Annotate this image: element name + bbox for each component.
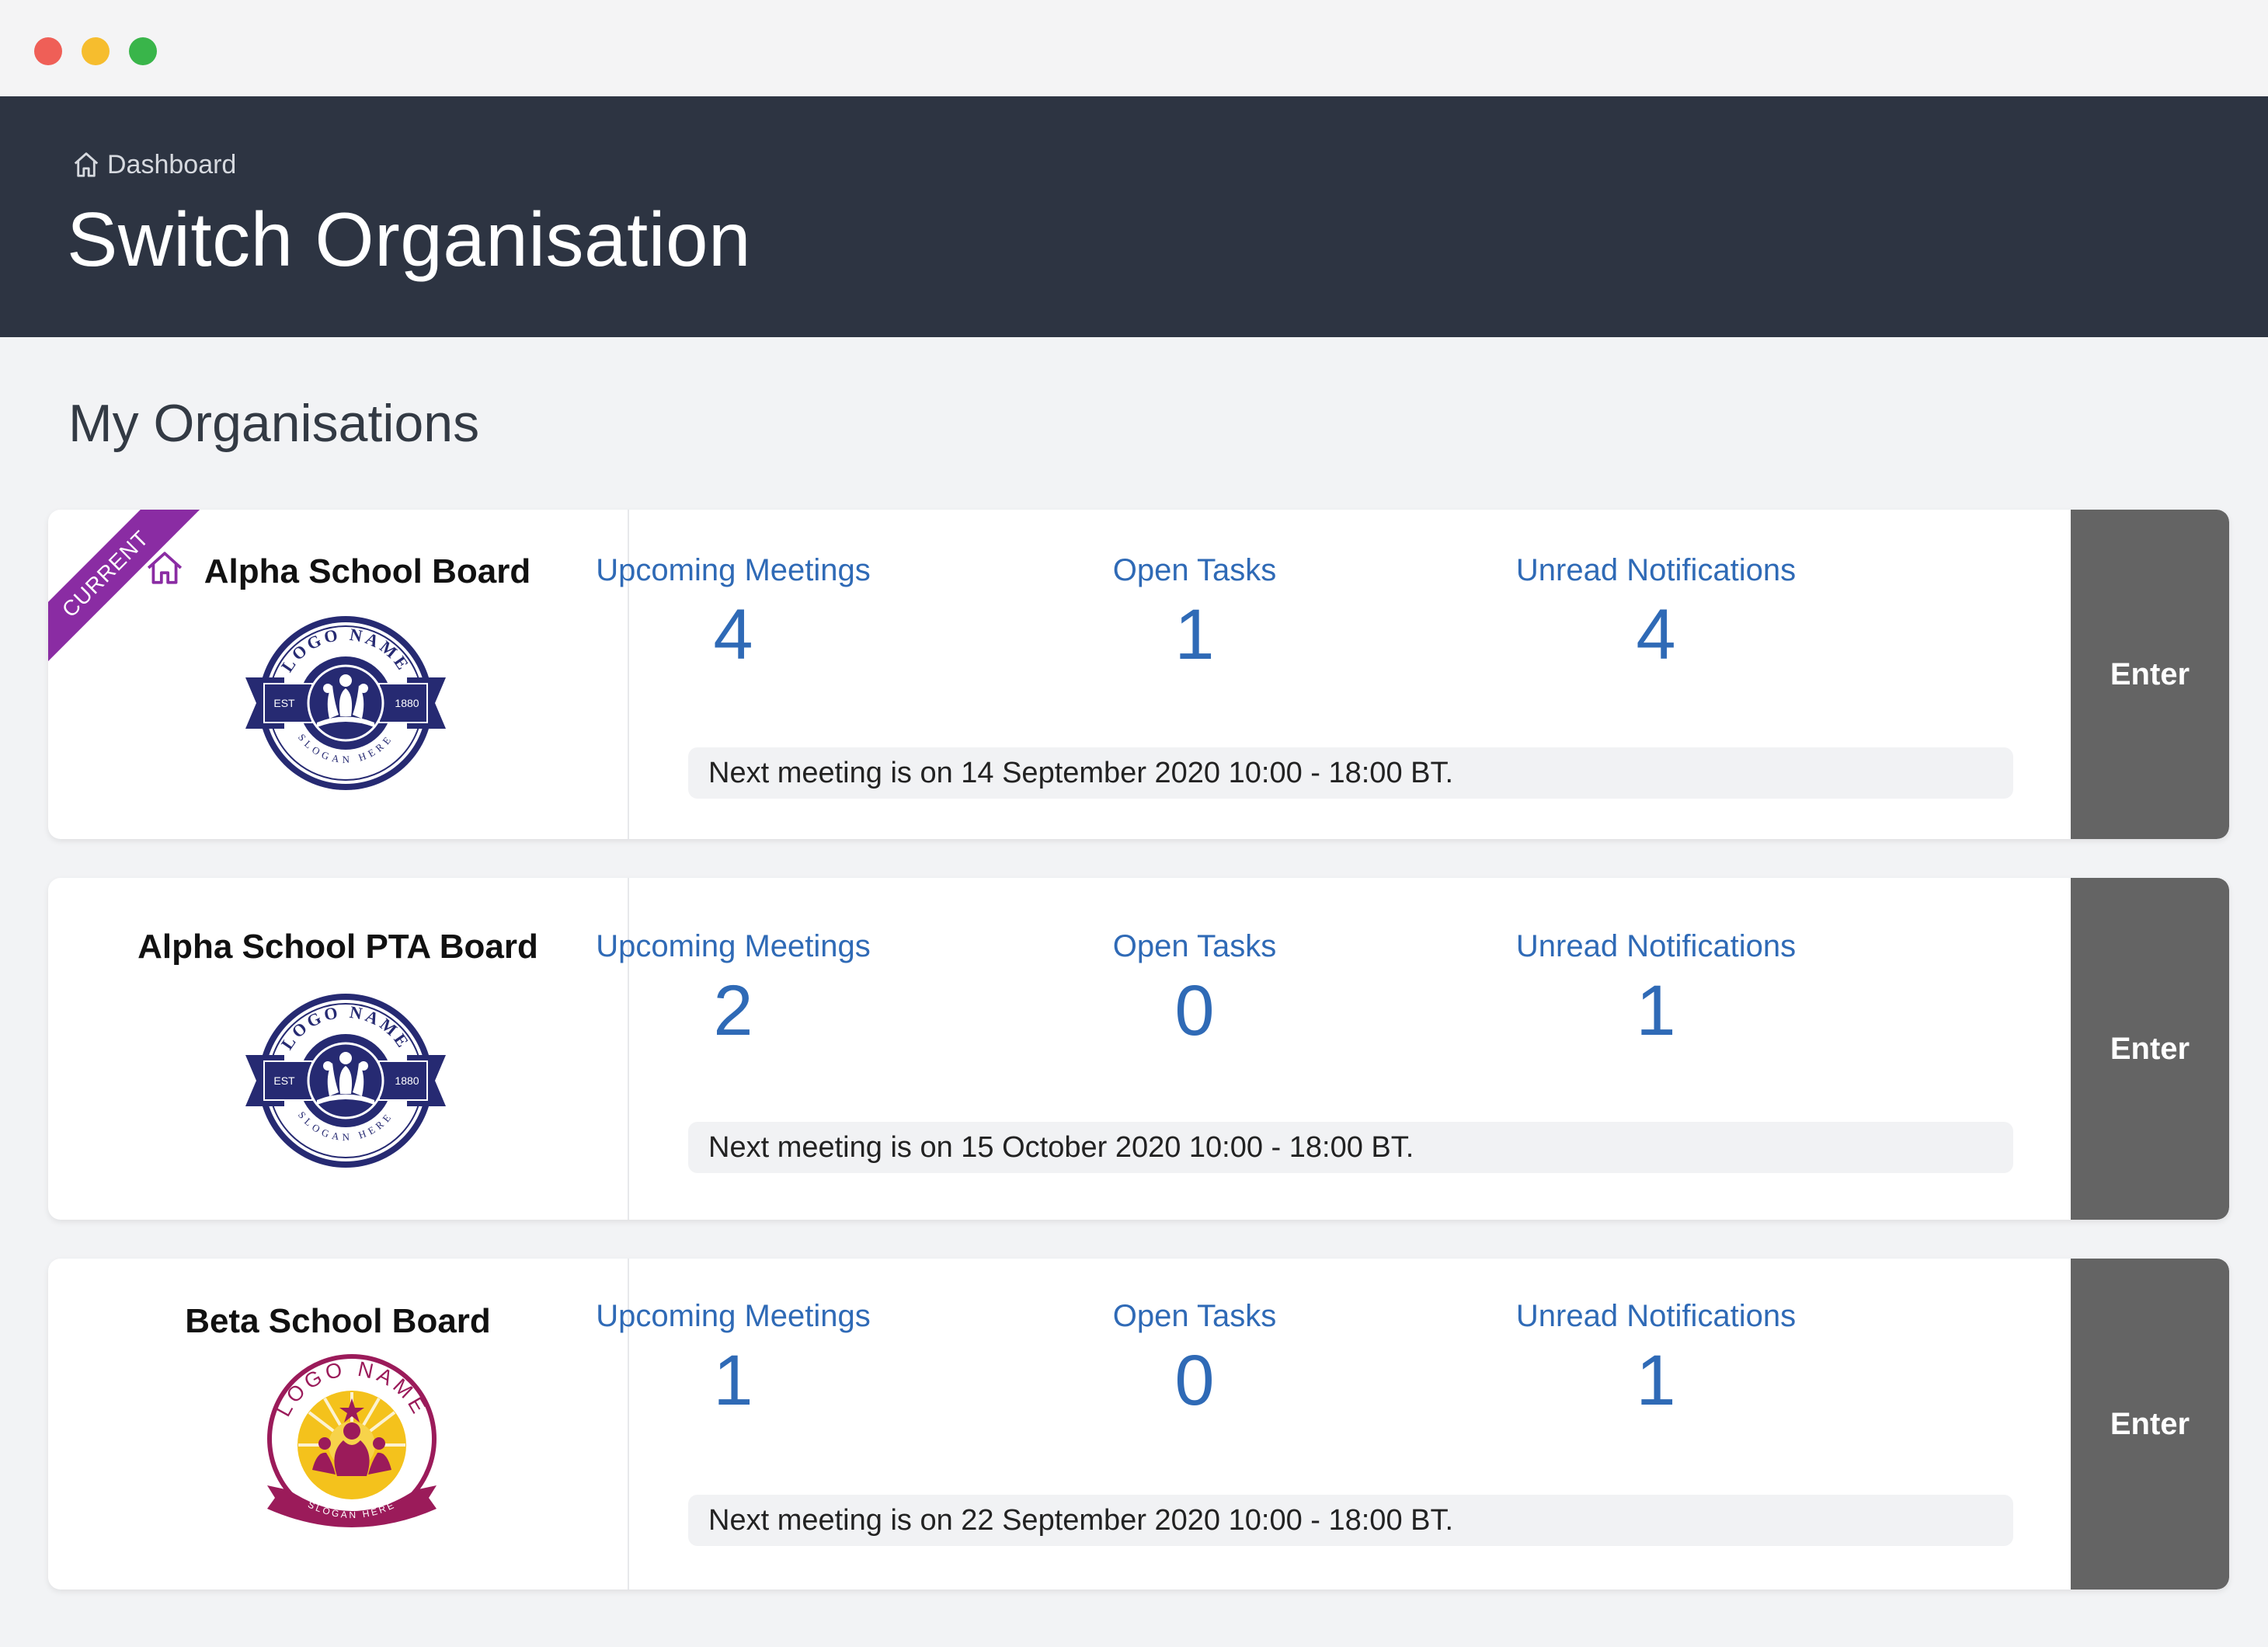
stat-label: Open Tasks [1112, 1299, 1277, 1333]
stat-label: Upcoming Meetings [596, 929, 871, 963]
page-header: Dashboard Switch Organisation [0, 96, 2268, 337]
stat-unread-notifications[interactable]: Unread Notifications 4 [1454, 553, 1858, 670]
maximize-window-button[interactable] [129, 37, 157, 65]
stat-upcoming-meetings[interactable]: Upcoming Meetings 1 [531, 1299, 935, 1416]
svg-text:EST: EST [273, 697, 295, 709]
stat-upcoming-meetings[interactable]: Upcoming Meetings 4 [531, 553, 935, 670]
home-icon [74, 152, 99, 177]
current-home-icon [145, 550, 184, 594]
stat-label: Upcoming Meetings [596, 1299, 871, 1333]
minimize-window-button[interactable] [82, 37, 110, 65]
organisation-card: Beta School Board LOGO NAME SLOGAN HERE … [48, 1259, 2229, 1590]
enter-button[interactable]: Enter [2071, 510, 2229, 839]
stat-open-tasks[interactable]: Open Tasks 0 [993, 1299, 1397, 1416]
stat-value: 1 [1174, 595, 1215, 674]
stat-value: 4 [713, 595, 753, 674]
stat-value: 0 [1174, 1341, 1215, 1420]
organisation-name-text: Alpha School Board [203, 552, 531, 590]
next-meeting-info: Next meeting is on 22 September 2020 10:… [688, 1495, 2013, 1546]
stat-label: Upcoming Meetings [596, 553, 871, 587]
window-titlebar [0, 0, 2268, 96]
stat-value: 1 [1636, 971, 1676, 1050]
next-meeting-info: Next meeting is on 14 September 2020 10:… [688, 747, 2013, 799]
stat-unread-notifications[interactable]: Unread Notifications 1 [1454, 929, 1858, 1046]
stat-value: 4 [1636, 595, 1676, 674]
organisation-logo: EST 1880 LOGO NAME SLOGAN HERE [245, 616, 446, 790]
next-meeting-info: Next meeting is on 15 October 2020 10:00… [688, 1122, 2013, 1173]
svg-text:EST: EST [273, 1074, 295, 1087]
section-title: My Organisations [68, 394, 480, 453]
stat-open-tasks[interactable]: Open Tasks 0 [993, 929, 1397, 1046]
stat-label: Unread Notifications [1515, 929, 1797, 963]
stat-unread-notifications[interactable]: Unread Notifications 1 [1454, 1299, 1858, 1416]
page-title: Switch Organisation [67, 197, 752, 282]
stat-label: Unread Notifications [1515, 553, 1797, 587]
breadcrumb-dashboard-link[interactable]: Dashboard [107, 150, 236, 180]
stat-value: 2 [713, 971, 753, 1050]
svg-text:1880: 1880 [395, 697, 419, 709]
organisation-logo: LOGO NAME SLOGAN HERE [267, 1354, 437, 1527]
stat-open-tasks[interactable]: Open Tasks 1 [993, 553, 1397, 670]
close-window-button[interactable] [34, 37, 62, 65]
stat-upcoming-meetings[interactable]: Upcoming Meetings 2 [531, 929, 935, 1046]
organisation-card: Alpha School PTA Board EST 1880 LOGO NAM… [48, 878, 2229, 1220]
enter-button[interactable]: Enter [2071, 1259, 2229, 1590]
organisation-card: CURRENT Alpha School Board EST 1880 LOGO… [48, 510, 2229, 839]
stat-label: Open Tasks [1112, 929, 1277, 963]
stat-value: 1 [1636, 1341, 1676, 1420]
breadcrumb[interactable]: Dashboard [71, 149, 236, 180]
svg-text:1880: 1880 [395, 1074, 419, 1087]
organisation-logo: EST 1880 LOGO NAME SLOGAN HERE [245, 994, 446, 1168]
enter-button[interactable]: Enter [2071, 878, 2229, 1220]
stat-value: 0 [1174, 971, 1215, 1050]
stat-value: 1 [713, 1341, 753, 1420]
stat-label: Unread Notifications [1515, 1299, 1797, 1333]
stat-label: Open Tasks [1112, 553, 1277, 587]
